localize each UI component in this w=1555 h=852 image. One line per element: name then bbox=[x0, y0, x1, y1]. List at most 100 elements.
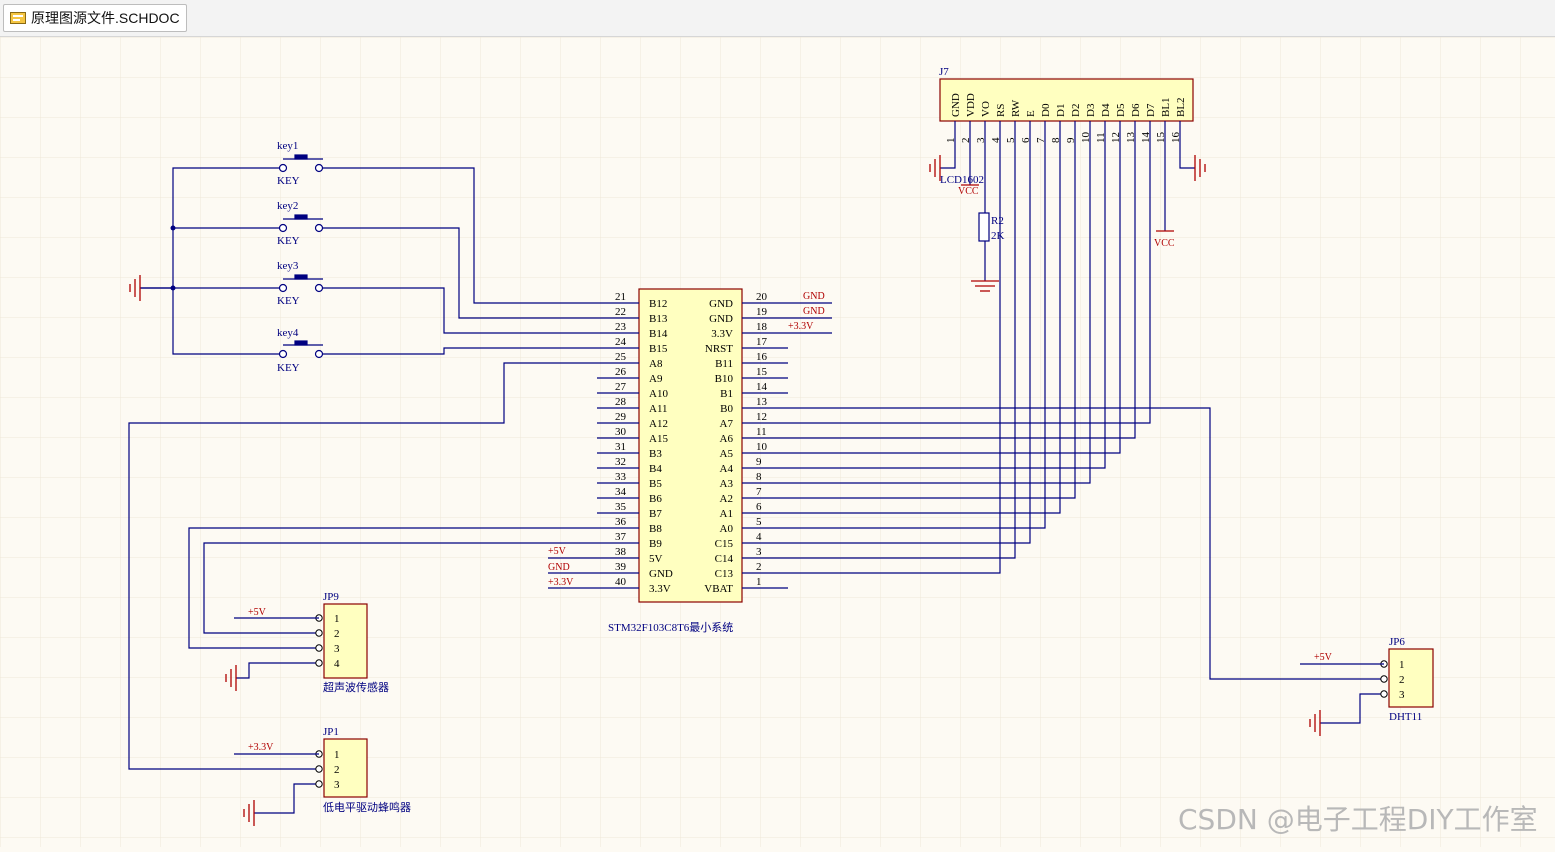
mcu-pin-number: 37 bbox=[615, 531, 627, 543]
mcu-pin-number: 10 bbox=[756, 441, 768, 453]
connector-pin-number: 3 bbox=[334, 643, 340, 655]
mcu-pin-number: 2 bbox=[756, 561, 762, 573]
mcu-pin-number: 33 bbox=[615, 471, 627, 483]
mcu-pin-number: 16 bbox=[756, 351, 768, 363]
mcu-pin-number: 13 bbox=[756, 396, 768, 408]
lcd-pin-number: 4 bbox=[990, 137, 1002, 143]
mcu-pin-name: A4 bbox=[720, 463, 734, 475]
schematic-canvas[interactable]: key1 KEY key2 KEY key3 KEY key4 KEY VCC … bbox=[0, 37, 1555, 847]
mcu-pin-name: GND bbox=[709, 298, 733, 310]
connector-pin-number: 2 bbox=[334, 764, 340, 776]
connector-pin-number: 3 bbox=[334, 779, 340, 791]
mcu-pin-number: 12 bbox=[756, 411, 767, 423]
connector-pin-number: 2 bbox=[1399, 674, 1405, 686]
mcu-pin-name: B7 bbox=[649, 508, 662, 520]
lcd-pin-name: D0 bbox=[1040, 103, 1052, 117]
lcd-pin-number: 12 bbox=[1110, 132, 1122, 143]
lcd-pin-number: 5 bbox=[1005, 137, 1017, 143]
stm32-minimum-system[interactable]: 21B1222B1323B1424B1525A826A927A1028A1129… bbox=[597, 288, 788, 634]
mcu-pin-number: 7 bbox=[756, 486, 762, 498]
mcu-pin-number: 9 bbox=[756, 456, 762, 468]
mcu-pin-name: C15 bbox=[715, 538, 734, 550]
key-comment: KEY bbox=[277, 235, 300, 247]
vcc-power-port: VCC bbox=[958, 184, 979, 197]
net-label: +3.3V bbox=[548, 577, 574, 588]
connector-pin-number: 2 bbox=[334, 628, 340, 640]
mcu-pin-number: 6 bbox=[756, 501, 762, 513]
mcu-pin-number: 34 bbox=[615, 486, 627, 498]
lcd-pin-name: E bbox=[1025, 110, 1037, 117]
mcu-pin-name: A3 bbox=[720, 478, 734, 490]
lcd-pin-name: BL1 bbox=[1160, 97, 1172, 117]
mcu-pin-name: B0 bbox=[720, 403, 733, 415]
lcd-pin-name: D3 bbox=[1085, 103, 1097, 117]
junction-dot bbox=[170, 225, 176, 231]
document-tab[interactable]: 原理图源文件.SCHDOC bbox=[3, 4, 187, 32]
mcu-pin-name: B9 bbox=[649, 538, 662, 550]
watermark: CSDN @电子工程DIY工作室 bbox=[1178, 803, 1538, 836]
connector-pin-icon bbox=[315, 780, 323, 788]
mcu-pin-name: 3.3V bbox=[649, 583, 671, 595]
mcu-pin-number: 22 bbox=[615, 306, 626, 318]
lcd-pin-name: D7 bbox=[1145, 103, 1157, 117]
mcu-pin-name: B13 bbox=[649, 313, 668, 325]
mcu-pin-number: 39 bbox=[615, 561, 627, 573]
mcu-pin-number: 18 bbox=[756, 321, 768, 333]
mcu-pin-number: 19 bbox=[756, 306, 768, 318]
lcd-pin-number: 1 bbox=[945, 138, 957, 144]
lcd-pin-number: 15 bbox=[1155, 132, 1167, 144]
mcu-pin-number: 26 bbox=[615, 366, 627, 378]
lcd-pin-name: VDD bbox=[965, 93, 977, 117]
lcd-pin-name: D6 bbox=[1130, 103, 1142, 117]
mcu-pin-number: 31 bbox=[615, 441, 626, 453]
net-label: GND bbox=[803, 291, 825, 302]
connector-pin-number: 1 bbox=[334, 749, 340, 761]
mcu-pin-name: A9 bbox=[649, 373, 663, 385]
jp6-comment: DHT11 bbox=[1389, 711, 1422, 723]
mcu-pin-number: 4 bbox=[756, 531, 762, 543]
lcd-pin-name: D2 bbox=[1070, 104, 1082, 117]
mcu-pin-name: A10 bbox=[649, 388, 668, 400]
lcd-pin-number: 10 bbox=[1080, 132, 1092, 144]
mcu-pin-number: 23 bbox=[615, 321, 627, 333]
mcu-pin-number: 27 bbox=[615, 381, 627, 393]
vcc-label: VCC bbox=[958, 186, 979, 197]
connector-pin-number: 1 bbox=[1399, 659, 1405, 671]
lcd-pin-name: D4 bbox=[1100, 103, 1112, 117]
connector-pin-number: 3 bbox=[1399, 689, 1405, 701]
net-label: +5V bbox=[248, 607, 267, 618]
key-designator: key2 bbox=[277, 200, 298, 212]
connector-pin-icon bbox=[315, 644, 323, 652]
mcu-pin-name: B6 bbox=[649, 493, 662, 505]
vcc-label: VCC bbox=[1154, 238, 1175, 249]
mcu-pin-name: B1 bbox=[720, 388, 733, 400]
mcu-pin-name: B15 bbox=[649, 343, 668, 355]
key-designator: key1 bbox=[277, 140, 298, 152]
mcu-pin-name: A7 bbox=[720, 418, 734, 430]
mcu-pin-name: VBAT bbox=[704, 583, 733, 595]
connector-pin-number: 4 bbox=[334, 658, 340, 670]
connector-pin-icon bbox=[315, 659, 323, 667]
mcu-pin-name: A15 bbox=[649, 433, 668, 445]
net-label: +5V bbox=[1314, 652, 1333, 663]
mcu-pin-number: 3 bbox=[756, 546, 762, 558]
mcu-pin-name: A6 bbox=[720, 433, 734, 445]
mcu-pin-name: A8 bbox=[649, 358, 663, 370]
net-label: +3.3V bbox=[788, 321, 814, 332]
mcu-pin-name: A12 bbox=[649, 418, 668, 430]
net-label: +3.3V bbox=[248, 742, 274, 753]
lcd-comment: LCD1602 bbox=[940, 174, 984, 186]
jp1-comment: 低电平驱动蜂鸣器 bbox=[323, 800, 411, 814]
mcu-pin-name: 5V bbox=[649, 553, 663, 565]
key-designator: key3 bbox=[277, 260, 299, 272]
key-comment: KEY bbox=[277, 295, 300, 307]
lcd-pin-number: 2 bbox=[960, 138, 972, 144]
net-label: GND bbox=[548, 562, 570, 573]
lcd-pin-name: VO bbox=[980, 101, 992, 117]
mcu-pin-number: 32 bbox=[615, 456, 626, 468]
lcd-pin-name: D5 bbox=[1115, 103, 1127, 117]
lcd-pin-number: 6 bbox=[1020, 137, 1032, 143]
connector-pin-icon bbox=[1380, 690, 1388, 698]
mcu-pin-number: 17 bbox=[756, 336, 768, 348]
jp9-designator: JP9 bbox=[323, 591, 339, 603]
